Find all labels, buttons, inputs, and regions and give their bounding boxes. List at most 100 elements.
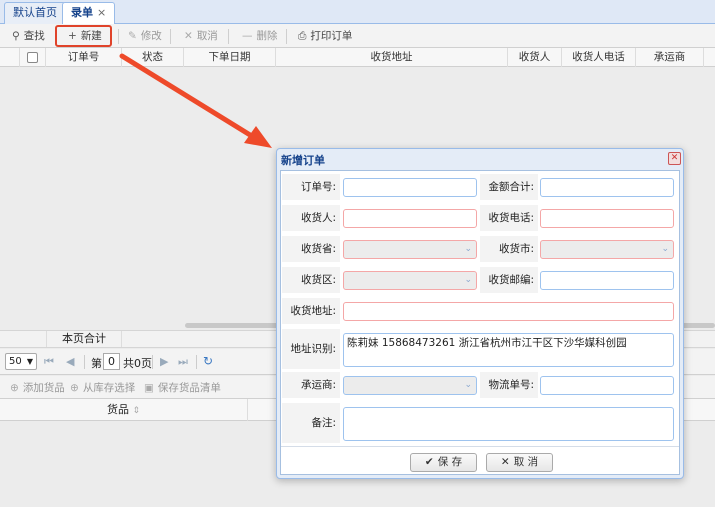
address-label: 收货地址: bbox=[282, 298, 340, 324]
province-select[interactable]: ⌄ bbox=[343, 240, 477, 259]
search-icon: ⚲ bbox=[12, 30, 20, 42]
receiver-label: 收货人: bbox=[282, 205, 340, 231]
total-input[interactable] bbox=[540, 178, 674, 197]
highlight-box bbox=[55, 25, 112, 47]
tracking-input[interactable] bbox=[540, 376, 674, 395]
page-prefix: 第 bbox=[91, 357, 102, 370]
cancel-order-button[interactable]: ✕ 取消 bbox=[180, 27, 222, 45]
divider bbox=[228, 29, 229, 44]
sort-icon: ⇕ bbox=[132, 406, 141, 416]
divider bbox=[281, 446, 679, 447]
col-goods[interactable]: 货品 ⇕ bbox=[0, 399, 248, 421]
tab-order-entry[interactable]: 录单 × bbox=[62, 2, 116, 25]
divider bbox=[84, 355, 85, 369]
district-label: 收货区: bbox=[282, 267, 340, 293]
order-no-label: 订单号: bbox=[282, 174, 340, 200]
select-all-cell bbox=[20, 48, 46, 67]
page-count: 共0页 bbox=[123, 357, 152, 370]
close-icon[interactable]: × bbox=[97, 6, 106, 19]
zip-input[interactable] bbox=[540, 271, 674, 290]
save-button[interactable]: ✔ 保 存 bbox=[410, 453, 477, 472]
zip-label: 收货邮编: bbox=[480, 267, 538, 293]
add-goods-label: 添加货品 bbox=[22, 382, 65, 394]
save-goods-list-label: 保存货品清单 bbox=[157, 382, 221, 394]
col-order-date[interactable]: 下单日期 bbox=[184, 48, 276, 67]
carrier-label: 承运商: bbox=[282, 372, 340, 398]
col-receiver-phone[interactable]: 收货人电话 bbox=[562, 48, 636, 67]
arrow-head bbox=[244, 126, 272, 148]
col-address[interactable]: 收货地址 bbox=[276, 48, 508, 67]
first-page-icon[interactable]: ⏮ bbox=[44, 355, 54, 369]
prev-page-icon[interactable]: ◀ bbox=[66, 355, 74, 368]
page-size-select[interactable]: 50 ▼ bbox=[5, 353, 37, 370]
search-label: 查找 bbox=[23, 30, 45, 42]
save-label: 保 存 bbox=[437, 456, 463, 468]
delete-label: 删除 bbox=[256, 30, 278, 42]
from-stock-label: 从库存选择 bbox=[82, 382, 136, 394]
refresh-icon[interactable]: ↻ bbox=[203, 354, 213, 368]
page-size-value: 50 bbox=[9, 356, 22, 367]
phone-label: 收货电话: bbox=[480, 205, 538, 231]
chevron-down-icon: ⌄ bbox=[661, 244, 669, 254]
divider bbox=[196, 355, 197, 369]
printer-icon: ⎙ bbox=[298, 30, 307, 42]
col-receiver[interactable]: 收货人 bbox=[508, 48, 562, 67]
divider bbox=[170, 29, 171, 44]
pencil-icon: ✎ bbox=[128, 30, 137, 42]
address-input[interactable] bbox=[343, 302, 674, 321]
carrier-select[interactable]: ⌄ bbox=[343, 376, 477, 395]
print-label: 打印订单 bbox=[310, 30, 353, 42]
city-label: 收货市: bbox=[480, 236, 538, 262]
cancel-label: 取 消 bbox=[513, 456, 539, 468]
remark-label: 备注: bbox=[282, 403, 340, 443]
tab-home-label: 默认首页 bbox=[13, 6, 57, 19]
phone-input[interactable] bbox=[540, 209, 674, 228]
last-page-icon[interactable]: ⏭ bbox=[178, 355, 188, 369]
print-button[interactable]: ⎙ 打印订单 bbox=[294, 27, 356, 45]
tracking-label: 物流单号: bbox=[480, 372, 538, 398]
addr-recog-textarea[interactable]: 陈莉妹 15868473261 浙江省杭州市江干区下沙华媒科创园 bbox=[343, 333, 674, 367]
search-button[interactable]: ⚲ 查找 bbox=[8, 27, 49, 45]
chevron-down-icon: ⌄ bbox=[464, 244, 472, 254]
dialog-title: 新增订单 bbox=[281, 154, 325, 167]
delete-button[interactable]: — 删除 bbox=[238, 27, 282, 45]
save-icon: ▣ bbox=[144, 382, 154, 394]
edit-button[interactable]: ✎ 修改 bbox=[124, 27, 166, 45]
col-carrier[interactable]: 承运商 bbox=[636, 48, 704, 67]
receiver-input[interactable] bbox=[343, 209, 477, 228]
province-label: 收货省: bbox=[282, 236, 340, 262]
tab-home[interactable]: 默认首页 bbox=[4, 2, 66, 24]
chevron-down-icon: ▼ bbox=[26, 357, 33, 366]
from-stock-button[interactable]: ⊕ 从库存选择 bbox=[66, 379, 139, 397]
arrow-shaft bbox=[119, 53, 258, 141]
next-page-icon[interactable]: ▶ bbox=[160, 355, 168, 368]
divider bbox=[152, 355, 153, 369]
save-goods-list-button[interactable]: ▣ 保存货品清单 bbox=[140, 379, 225, 397]
cancel-button[interactable]: ✕ 取 消 bbox=[486, 453, 553, 472]
row-number-header bbox=[0, 48, 20, 67]
new-order-dialog: 新增订单 ✕ 订单号: 金额合计: 收货人: 收货电话: 收货省: ⌄ 收货市:… bbox=[276, 148, 684, 479]
divider bbox=[286, 29, 287, 44]
chevron-down-icon: ⌄ bbox=[464, 275, 472, 285]
tab-order-entry-label: 录单 bbox=[71, 6, 93, 19]
minus-icon: — bbox=[242, 30, 253, 42]
cancel-label: 取消 bbox=[196, 30, 218, 42]
check-icon: ✔ bbox=[424, 456, 434, 468]
remark-textarea[interactable] bbox=[343, 407, 674, 441]
plus-circle-icon: ⊕ bbox=[10, 382, 19, 394]
chevron-down-icon: ⌄ bbox=[464, 380, 472, 390]
addr-recog-label: 地址识别: bbox=[282, 329, 340, 369]
col-status[interactable]: 状态 bbox=[122, 48, 184, 67]
district-select[interactable]: ⌄ bbox=[343, 271, 477, 290]
col-order-no[interactable]: 订单号 bbox=[46, 48, 122, 67]
close-icon[interactable]: ✕ bbox=[668, 152, 681, 165]
col-goods-label: 货品 bbox=[106, 403, 129, 416]
plus-circle-icon: ⊕ bbox=[70, 382, 79, 394]
page-number-input[interactable]: 0 bbox=[103, 353, 120, 370]
x-icon: ✕ bbox=[184, 30, 193, 42]
dialog-form: 订单号: 金额合计: 收货人: 收货电话: 收货省: ⌄ 收货市: ⌄ 收货区:… bbox=[280, 170, 680, 475]
order-no-input[interactable] bbox=[343, 178, 477, 197]
add-goods-button[interactable]: ⊕ 添加货品 bbox=[6, 379, 69, 397]
city-select[interactable]: ⌄ bbox=[540, 240, 674, 259]
select-all-checkbox[interactable] bbox=[27, 52, 38, 63]
